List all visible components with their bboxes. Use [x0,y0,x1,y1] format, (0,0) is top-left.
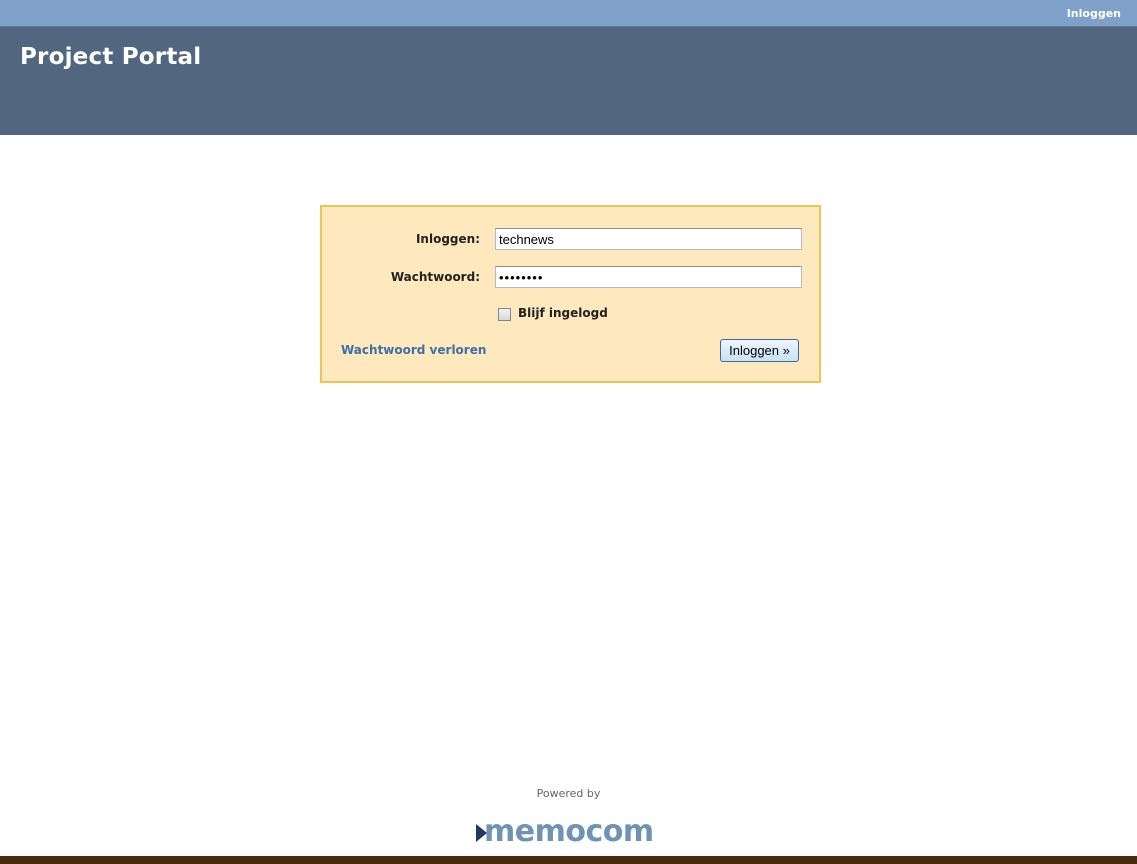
powered-by-text: Powered by [536,787,601,800]
top-bar: Inloggen [0,0,1137,27]
memocom-logo: memocom [476,813,654,849]
password-label: Wachtwoord: [390,270,480,284]
login-submit-button[interactable]: Inloggen » [720,339,799,362]
login-link[interactable]: Inloggen [1067,7,1121,20]
login-form: Inloggen: Wachtwoord: Blijf ingelogd Wac… [320,205,821,383]
footer-bar [0,856,1137,864]
lost-password-link[interactable]: Wachtwoord verloren [341,343,486,357]
header-banner: Project Portal [0,27,1137,135]
username-input[interactable] [495,228,802,250]
logo-text: memocom [484,813,654,849]
remember-me-row: Blijf ingelogd [498,304,608,321]
remember-me-checkbox[interactable] [498,308,511,321]
username-label: Inloggen: [415,232,480,246]
portal-title: Project Portal [20,44,202,70]
remember-me-label[interactable]: Blijf ingelogd [518,306,608,320]
password-input[interactable] [495,266,802,288]
